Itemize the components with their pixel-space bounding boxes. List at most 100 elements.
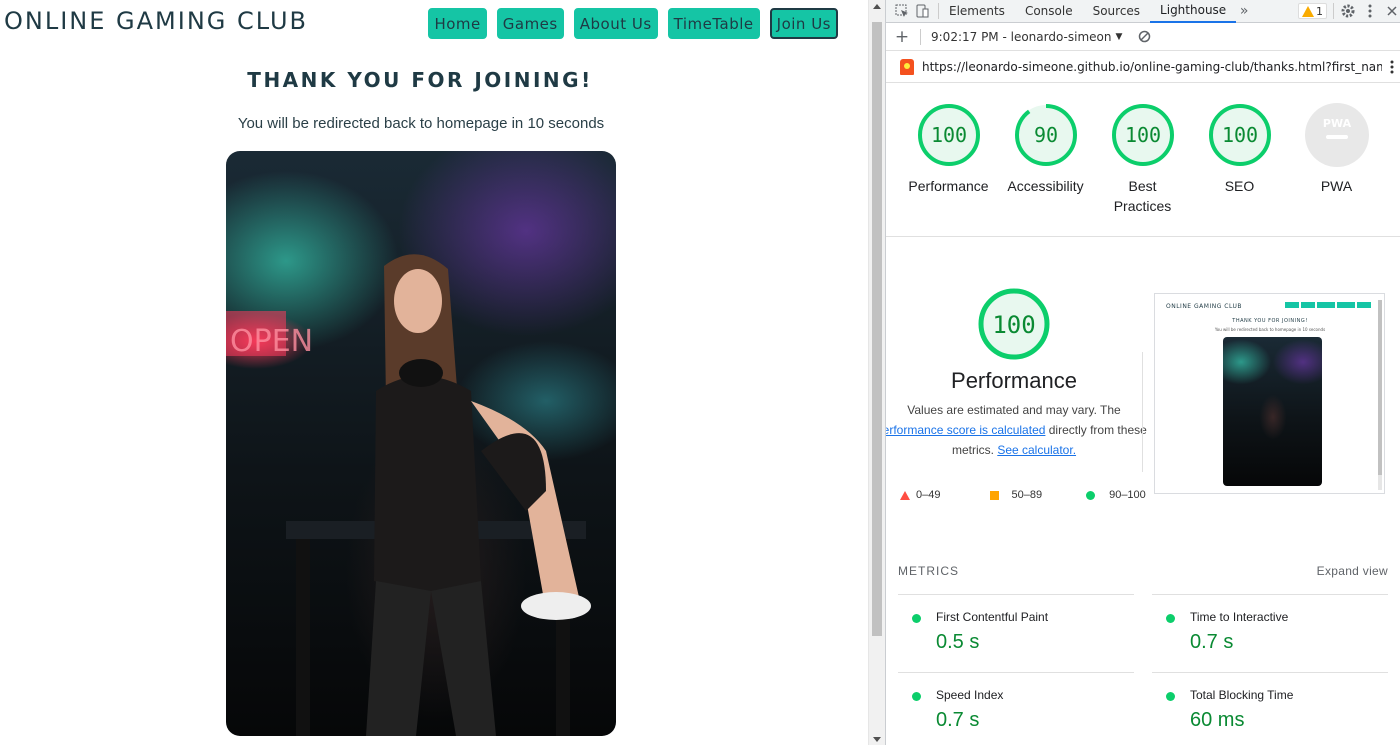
gauge-label: SEO: [1224, 178, 1255, 194]
gauge-label: Best Practices: [1113, 178, 1172, 214]
report-select[interactable]: 9:02:17 PM - leonardo-simeon: [931, 30, 1111, 44]
tab-lighthouse[interactable]: Lighthouse: [1150, 0, 1237, 23]
gamer-photo: OPEN: [226, 151, 616, 736]
pass-circle-icon: [912, 614, 921, 623]
expand-view-toggle[interactable]: Expand view: [1317, 564, 1388, 578]
gauge-ring: 90: [1014, 104, 1077, 166]
score-calculation-link[interactable]: performance score is calculated: [886, 423, 1045, 437]
pass-circle-icon: [912, 692, 921, 701]
nav-home-button[interactable]: Home: [428, 8, 487, 39]
pass-circle-icon: [1166, 614, 1175, 623]
lighthouse-icon: [900, 58, 914, 75]
gauge-performance[interactable]: 100 Performance: [900, 102, 997, 196]
gauge-pwa[interactable]: PWA PWA: [1288, 102, 1385, 196]
pwa-badge-text: PWA: [1322, 117, 1351, 130]
scroll-up-icon[interactable]: [873, 4, 881, 9]
metric-label: Speed Index: [936, 688, 1004, 702]
report-menu-icon[interactable]: [1384, 59, 1400, 75]
fail-triangle-icon: [900, 490, 910, 500]
gauge-seo[interactable]: 100 SEO: [1191, 102, 1288, 196]
metric-speed-index: Speed Index 0.7 s: [898, 672, 1134, 745]
gauge-score: 100: [1124, 123, 1160, 147]
tab-sources[interactable]: Sources: [1083, 0, 1150, 23]
see-calculator-link[interactable]: See calculator.: [997, 443, 1076, 457]
nav-join-button[interactable]: Join Us: [769, 8, 838, 39]
pass-circle-icon: [1166, 692, 1175, 701]
thumbnail-heading: THANK YOU FOR JOINING!: [1232, 318, 1308, 324]
performance-gauge-large: 100: [978, 288, 1050, 360]
warnings-badge[interactable]: 1: [1298, 3, 1327, 19]
lighthouse-toolbar: + 9:02:17 PM - leonardo-simeon ▼: [886, 23, 1400, 51]
gauge-label: PWA: [1320, 178, 1353, 194]
thumbnail-nav: [1285, 302, 1371, 308]
category-gauges: 100 Performance 90 Accessibility 100 Bes…: [886, 102, 1400, 237]
dropdown-arrow-icon[interactable]: ▼: [1115, 32, 1122, 42]
gauge-label: Accessibility: [1007, 178, 1084, 194]
metric-label: Total Blocking Time: [1190, 688, 1294, 702]
metric-label: Time to Interactive: [1190, 610, 1289, 624]
metric-value: 0.7 s: [936, 709, 980, 731]
add-report-icon[interactable]: +: [894, 27, 910, 47]
warning-icon: [1302, 5, 1314, 17]
performance-title: Performance: [951, 368, 1077, 393]
settings-gear-icon[interactable]: [1340, 3, 1356, 19]
svg-text:OPEN: OPEN: [230, 324, 313, 359]
metric-value: 0.7 s: [1190, 631, 1234, 653]
scrollbar-thumb[interactable]: [872, 22, 882, 636]
site-logo[interactable]: ONLINE GAMING CLUB: [4, 7, 308, 35]
tab-console[interactable]: Console: [1015, 0, 1083, 23]
gauge-score: 90: [1033, 123, 1057, 147]
site-nav: Home Games About Us TimeTable Join Us: [428, 8, 838, 39]
thumbnail-scrollbar: [1378, 300, 1382, 490]
more-tabs-icon[interactable]: »: [1236, 3, 1252, 19]
page-title: THANK YOU FOR JOINING!: [247, 68, 593, 92]
tab-elements[interactable]: Elements: [939, 0, 1015, 23]
more-options-icon[interactable]: [1362, 3, 1378, 19]
performance-score: 100: [992, 311, 1035, 339]
gauge-ring: 100: [917, 104, 980, 166]
performance-summary: 100 Performance Values are estimated and…: [886, 288, 1147, 460]
nav-games-button[interactable]: Games: [496, 8, 564, 39]
website-viewport: ONLINE GAMING CLUB Home Games About Us T…: [0, 0, 868, 745]
average-square-icon: [990, 490, 1000, 500]
gauge-score: 100: [1221, 123, 1257, 147]
metric-time-to-interactive: Time to Interactive 0.7 s: [1152, 594, 1388, 672]
gauge-accessibility[interactable]: 90 Accessibility: [997, 102, 1094, 196]
website-scrollbar[interactable]: [868, 0, 885, 745]
metric-first-contentful-paint: First Contentful Paint 0.5 s: [898, 594, 1134, 672]
report-url-bar: https://leonardo-simeone.github.io/onlin…: [886, 51, 1400, 83]
metrics-header: METRICS Expand view: [898, 564, 1388, 578]
device-toolbar-icon[interactable]: [914, 3, 930, 19]
report-url[interactable]: https://leonardo-simeone.github.io/onlin…: [922, 60, 1382, 74]
score-legend: 0–49 50–89 90–100: [900, 489, 1146, 501]
devtools-tabbar: Elements Console Sources Lighthouse » 1: [886, 0, 1400, 23]
scroll-down-icon[interactable]: [873, 737, 881, 742]
performance-description: Values are estimated and may vary. The p…: [886, 400, 1147, 460]
thumbnail-subtext: You will be redirected back to homepage …: [1214, 327, 1326, 332]
summary-divider: [1142, 352, 1143, 472]
metric-total-blocking-time: Total Blocking Time 60 ms: [1152, 672, 1388, 745]
metric-value: 60 ms: [1190, 709, 1245, 731]
pass-circle-icon: [1086, 490, 1096, 500]
thumbnail-photo: [1223, 337, 1322, 486]
devtools-panel: Elements Console Sources Lighthouse » 1 …: [885, 0, 1400, 745]
metric-label: First Contentful Paint: [936, 610, 1049, 624]
gauge-ring: 100: [1208, 104, 1271, 166]
nav-timetable-button[interactable]: TimeTable: [667, 8, 760, 39]
inspect-element-icon[interactable]: [894, 3, 910, 19]
pwa-badge-icon: PWA: [1304, 103, 1369, 167]
gauge-score: 100: [930, 123, 966, 147]
page-screenshot-thumbnail[interactable]: ONLINE GAMING CLUB THANK YOU FOR JOINING…: [1154, 293, 1385, 494]
warning-count: 1: [1316, 4, 1323, 18]
gamer-photo-illustration: OPEN: [226, 254, 591, 736]
gauge-label: Performance: [908, 178, 989, 194]
clear-reports-icon[interactable]: [1136, 29, 1152, 45]
gauge-best-practices[interactable]: 100 Best Practices: [1094, 102, 1191, 216]
metric-value: 0.5 s: [936, 631, 980, 653]
redirect-message: You will be redirected back to homepage …: [237, 115, 605, 132]
thumbnail-logo: ONLINE GAMING CLUB: [1166, 303, 1242, 310]
nav-about-button[interactable]: About Us: [573, 8, 658, 39]
close-devtools-icon[interactable]: [1384, 3, 1400, 19]
metrics-title: METRICS: [898, 564, 959, 578]
gauge-ring: 100: [1111, 104, 1174, 166]
